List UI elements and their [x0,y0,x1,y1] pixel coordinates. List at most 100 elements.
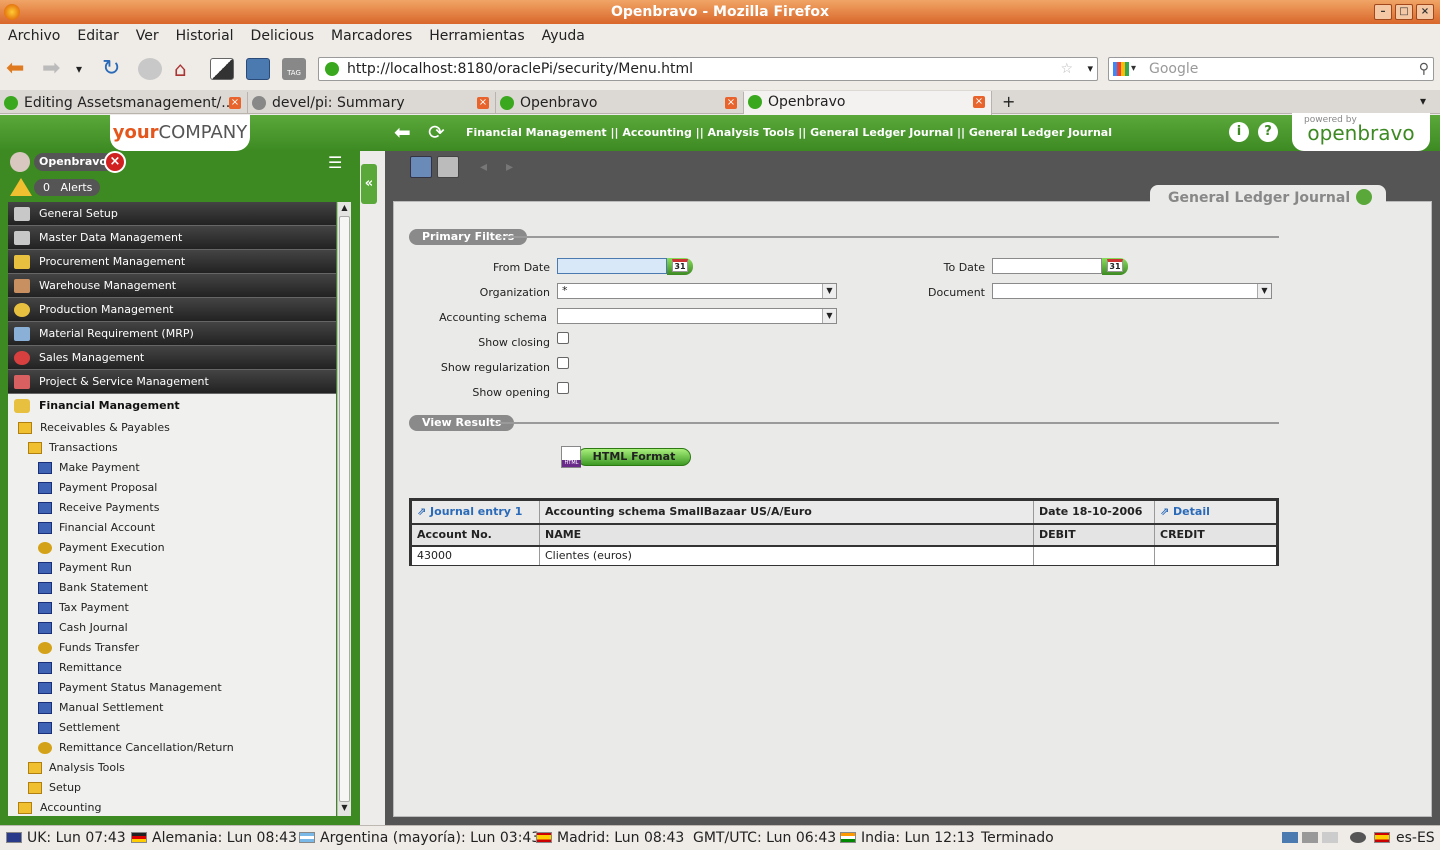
tab-close-icon[interactable]: × [725,97,737,109]
forward-icon[interactable]: ➡ [42,58,66,80]
menu-item[interactable]: Funds Transfer [8,638,336,658]
menu-item[interactable]: Cash Journal [8,618,336,638]
grid-icon[interactable] [1302,832,1318,843]
menu-delicious[interactable]: Delicious [251,28,315,44]
info-icon[interactable]: i [1229,122,1249,142]
clock-india[interactable]: India: Lun 12:13 [861,826,975,850]
help-icon[interactable]: ? [1258,122,1278,142]
reload-icon[interactable]: ↻ [102,58,126,80]
new-tab-icon[interactable]: + [1002,92,1015,111]
detail-link[interactable]: ⇗ Detail [1155,501,1276,523]
scroll-down-icon[interactable]: ▼ [339,803,350,815]
bookmark-manager-icon[interactable] [210,58,234,80]
menu-marcadores[interactable]: Marcadores [331,28,412,44]
alerts-badge[interactable]: 0 Alerts [34,179,100,196]
scroll-up-icon[interactable]: ▲ [339,203,350,215]
menu-item[interactable]: Manual Settlement [8,698,336,718]
menu-production[interactable]: Production Management [8,298,336,322]
menu-item[interactable]: Financial Account [8,518,336,538]
home-icon[interactable]: ⌂ [174,58,198,80]
menu-item[interactable]: Accounting [8,798,336,816]
show-closing-checkbox[interactable] [557,332,569,344]
screen-icon[interactable] [1282,832,1298,843]
menu-general-setup[interactable]: General Setup [8,202,336,226]
menu-ver[interactable]: Ver [136,28,159,44]
menu-item[interactable]: Receivables & Payables [8,418,336,438]
tag-icon[interactable]: TAG [282,58,306,80]
menu-master-data[interactable]: Master Data Management [8,226,336,250]
menu-item[interactable]: Remittance Cancellation/Return [8,738,336,758]
journal-entry-link[interactable]: ⇗ Journal entry 1 [412,501,540,523]
html-format-button[interactable]: HTML Format HTML [561,446,692,468]
chevron-down-icon[interactable]: ▼ [822,309,836,323]
from-date-input[interactable] [557,258,667,274]
search-icon[interactable]: ⚲ [1419,58,1429,80]
menu-mrp[interactable]: Material Requirement (MRP) [8,322,336,346]
scroll-thumb[interactable] [339,216,350,802]
previous-record-icon[interactable]: ◂ [480,156,502,178]
to-date-input[interactable] [992,258,1102,274]
menu-item[interactable]: Receive Payments [8,498,336,518]
menu-item[interactable]: Payment Status Management [8,678,336,698]
back-icon[interactable]: ⬅ [6,58,30,80]
menu-scrollbar[interactable]: ▲ ▼ [337,202,351,816]
to-date-calendar-icon[interactable]: 31 [1102,258,1128,275]
engine-dropdown-icon[interactable]: ▾ [1131,58,1136,80]
tab-openbravo-active[interactable]: Openbravo × [744,91,992,115]
menu-procurement[interactable]: Procurement Management [8,250,336,274]
menu-item[interactable]: Payment Run [8,558,336,578]
menu-item[interactable]: Bank Statement [8,578,336,598]
bug-icon[interactable] [1350,832,1366,843]
star-icon[interactable]: ☆ [1060,58,1073,80]
collapse-menu-icon[interactable]: ☰ [328,153,348,172]
tab-close-icon[interactable]: × [477,97,489,109]
url-bar[interactable]: http://localhost:8180/oraclePi/security/… [318,57,1098,81]
tab-close-icon[interactable]: × [973,96,985,108]
locale-label[interactable]: es-ES [1396,826,1435,850]
clock-uk[interactable]: UK: Lun 07:43 [27,826,126,850]
logout-icon[interactable]: × [104,151,126,173]
user-name[interactable]: Openbravo [34,153,114,171]
menu-item[interactable]: Transactions [8,438,336,458]
chevron-down-icon[interactable]: ▼ [1257,284,1271,298]
chevron-down-icon[interactable]: ▼ [822,284,836,298]
show-regularization-checkbox[interactable] [557,357,569,369]
history-dropdown-icon[interactable]: ▾ [76,58,90,80]
accounting-schema-select[interactable]: ▼ [557,308,837,324]
menu-warehouse[interactable]: Warehouse Management [8,274,336,298]
print-icon[interactable] [437,156,459,178]
document-select[interactable]: ▼ [992,283,1272,299]
menu-archivo[interactable]: Archivo [8,28,60,44]
url-dropdown-icon[interactable]: ▾ [1087,58,1093,80]
organization-select[interactable]: * ▼ [557,283,837,299]
menu-item[interactable]: Settlement [8,718,336,738]
close-window-button[interactable]: × [1416,4,1434,20]
tab-openbravo[interactable]: Openbravo × [496,92,744,114]
menu-item[interactable]: Tax Payment [8,598,336,618]
show-opening-checkbox[interactable] [557,382,569,394]
menu-historial[interactable]: Historial [176,28,234,44]
menu-item[interactable]: Remittance [8,658,336,678]
screenshot-icon[interactable] [246,58,270,80]
tab-devel-summary[interactable]: devel/pi: Summary × [248,92,496,114]
menu-herramientas[interactable]: Herramientas [429,28,524,44]
clock-madrid[interactable]: Madrid: Lun 08:43 [557,826,684,850]
refresh-icon[interactable]: ⟳ [428,120,445,144]
back-arrow-icon[interactable]: ⬅ [394,120,411,144]
maximize-button[interactable]: □ [1395,4,1413,20]
from-date-calendar-icon[interactable]: 31 [667,258,693,275]
tab-close-icon[interactable]: × [229,97,241,109]
clock-germany[interactable]: Alemania: Lun 08:43 [152,826,297,850]
menu-item[interactable]: Make Payment [8,458,336,478]
tab-list-icon[interactable]: ▾ [1420,94,1426,108]
menu-sales[interactable]: Sales Management [8,346,336,370]
stop-icon[interactable] [138,58,162,80]
breadcrumb[interactable]: Financial Management || Accounting || An… [466,126,1112,139]
menu-item[interactable]: Setup [8,778,336,798]
table-row[interactable]: 43000 Clientes (euros) [412,545,1276,565]
clock-argentina[interactable]: Argentina (mayoría): Lun 03:43 [320,826,540,850]
menu-item[interactable]: Payment Execution [8,538,336,558]
menu-item[interactable]: Payment Proposal [8,478,336,498]
menu-editar[interactable]: Editar [77,28,118,44]
collapse-panel-button[interactable]: « [361,164,377,204]
